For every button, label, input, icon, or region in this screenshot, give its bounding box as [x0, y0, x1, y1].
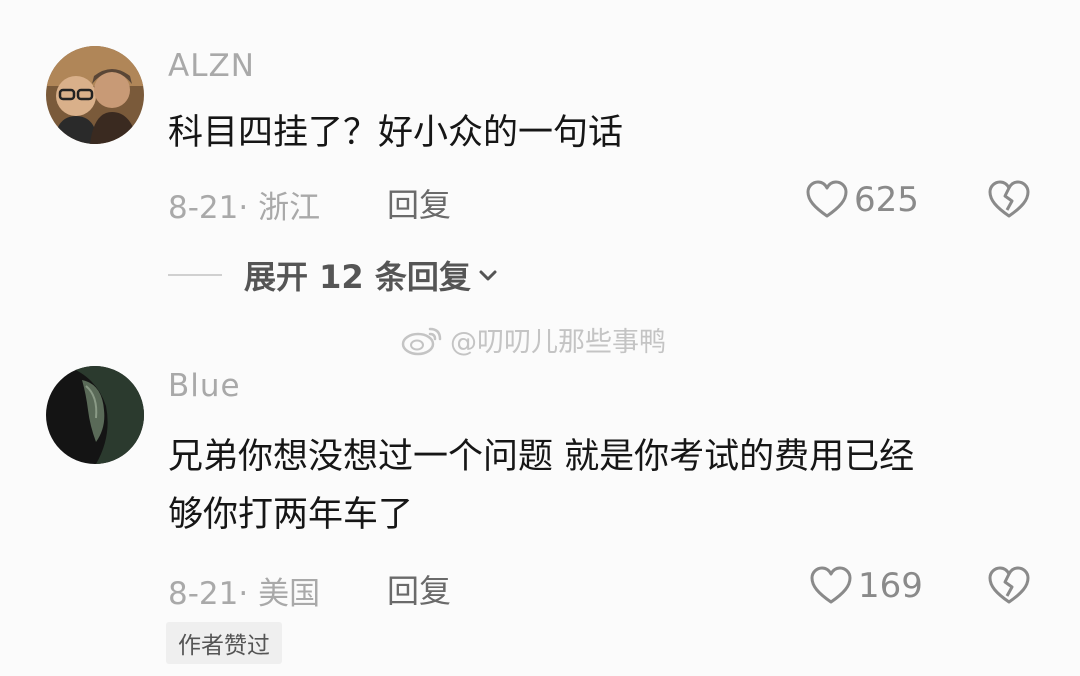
like-button[interactable]: 169 — [810, 566, 923, 606]
comment-meta: 8-21· 美国 — [168, 576, 321, 612]
comment-text: 兄弟你想没想过一个问题 就是你考试的费用已经 够你打两年车了 — [168, 434, 914, 538]
avatar[interactable] — [46, 46, 144, 144]
like-button[interactable]: 625 — [806, 180, 919, 220]
broken-heart-icon — [988, 566, 1030, 606]
chevron-down-icon — [479, 270, 497, 281]
watermark: @叨叨儿那些事鸭 — [400, 320, 666, 359]
username[interactable]: ALZN — [168, 48, 255, 84]
dislike-button[interactable] — [988, 566, 1030, 606]
comment-meta: 8-21· 浙江 — [168, 190, 321, 226]
username[interactable]: Blue — [168, 368, 241, 404]
weibo-logo-icon — [401, 327, 442, 355]
comment-text-line: 科目四挂了？好小众的一句话 — [168, 113, 624, 153]
author-liked-badge: 作者赞过 — [166, 622, 282, 664]
comment-text-line: 够你打两年车了 — [168, 495, 414, 535]
comment-text: 科目四挂了？好小众的一句话 — [168, 110, 623, 156]
heart-outline-icon — [806, 180, 848, 220]
like-count: 625 — [854, 180, 919, 220]
comment-list: ALZN 科目四挂了？好小众的一句话 8-21· 浙江 回复 625 展开 12… — [0, 0, 1080, 676]
expand-replies-label: 展开 12 条回复 — [244, 258, 471, 296]
divider — [168, 274, 222, 276]
comment-text-line: 兄弟你想没想过一个问题 就是你考试的费用已经 — [168, 437, 915, 477]
dislike-button[interactable] — [988, 180, 1030, 220]
watermark-text: @叨叨儿那些事鸭 — [450, 327, 666, 358]
expand-replies-button[interactable]: 展开 12 条回复 — [168, 252, 499, 298]
broken-heart-icon — [988, 180, 1030, 220]
reply-button[interactable]: 回复 — [387, 180, 451, 226]
heart-outline-icon — [810, 566, 852, 606]
reply-button[interactable]: 回复 — [387, 566, 451, 612]
like-count: 169 — [858, 566, 923, 606]
avatar[interactable] — [46, 366, 144, 464]
